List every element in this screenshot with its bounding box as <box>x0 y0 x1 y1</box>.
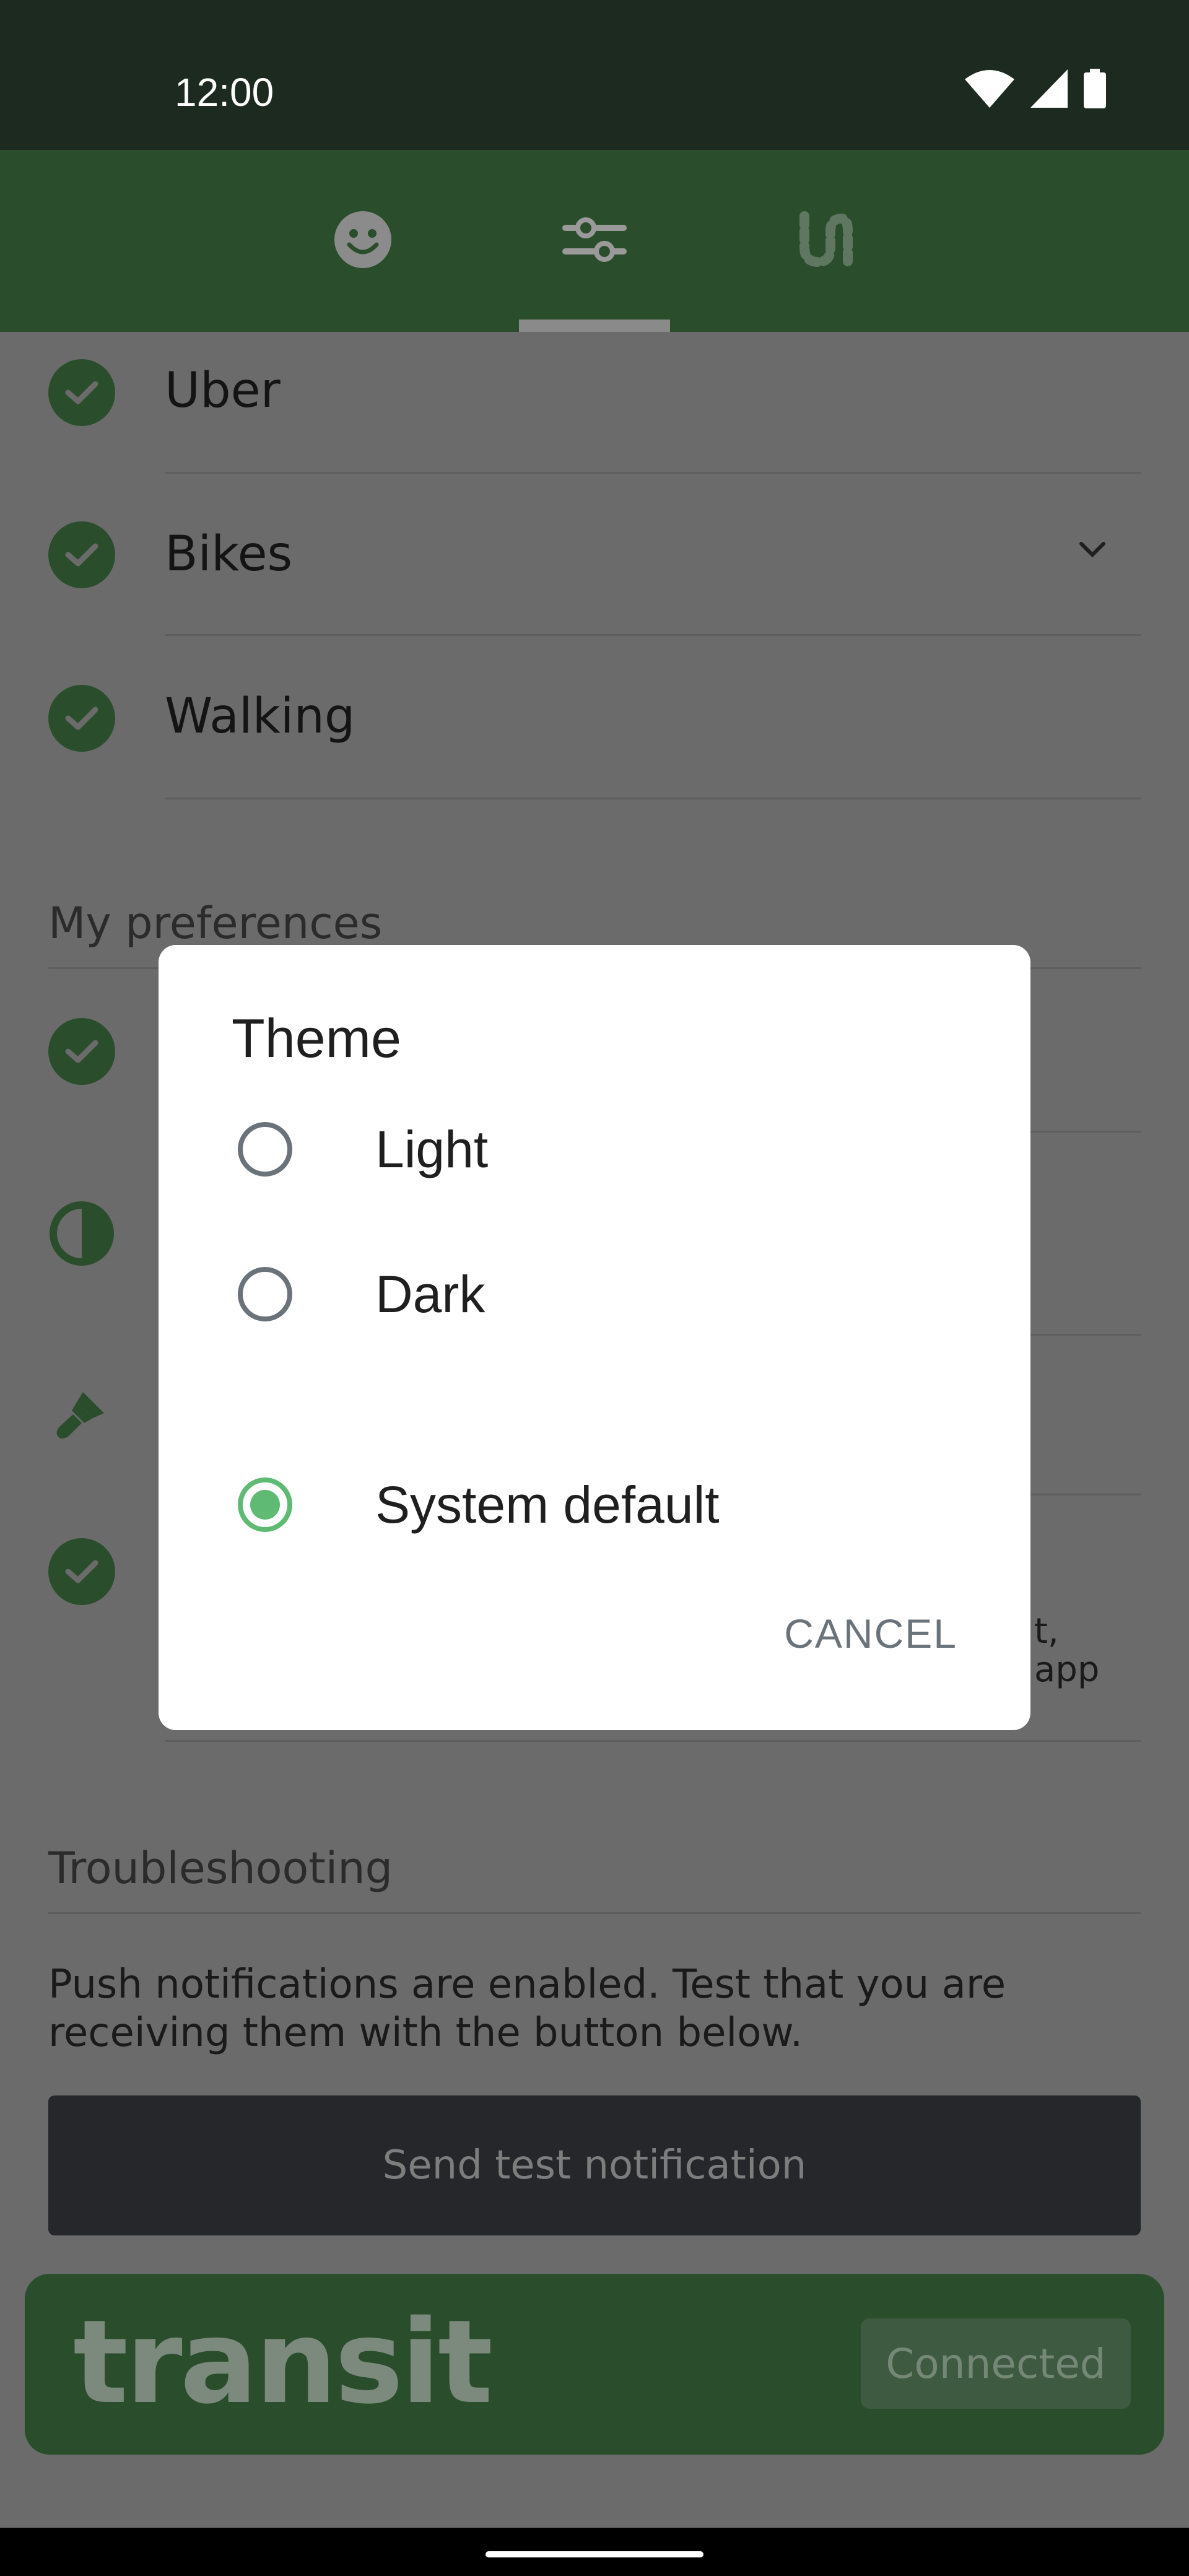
route-icon <box>797 210 853 272</box>
divider <box>165 798 1141 799</box>
sliders-icon <box>562 215 627 267</box>
home-gesture-handle[interactable] <box>486 2551 703 2557</box>
top-tab-bar <box>0 150 1189 332</box>
check-circle-icon <box>48 359 115 426</box>
dialog-title: Theme <box>232 1007 401 1069</box>
option-label-system-default: System default <box>375 1475 720 1534</box>
theme-option-light[interactable]: Light <box>232 1087 975 1211</box>
section-title-troubleshooting: Troubleshooting <box>48 1843 393 1894</box>
row-label-uber: Uber <box>165 363 281 419</box>
send-test-notification-button[interactable]: Send test notification <box>48 2095 1141 2235</box>
check-circle-icon <box>48 1538 115 1605</box>
tab-routes[interactable] <box>751 150 899 332</box>
preference-row[interactable] <box>48 1018 115 1085</box>
troubleshooting-text: Push notifications are enabled. Test tha… <box>48 1962 1006 2056</box>
selected-tab-indicator <box>519 320 670 332</box>
option-label-light: Light <box>375 1120 489 1178</box>
row-bikes[interactable] <box>48 521 115 588</box>
radio-unselected-icon[interactable] <box>238 1267 292 1321</box>
divider <box>165 634 1141 636</box>
row-label-bikes: Bikes <box>165 526 293 582</box>
smiley-icon <box>333 210 393 272</box>
theme-option-system-default[interactable]: System default <box>232 1443 975 1567</box>
transit-connection-card: transit Connected <box>25 2274 1164 2455</box>
preference-description-partial: t, app <box>1034 1611 1100 1690</box>
radio-selected-icon[interactable] <box>238 1477 292 1532</box>
check-circle-icon <box>48 1018 115 1085</box>
row-walking[interactable] <box>48 685 115 752</box>
status-bar: 12:00 <box>0 0 1189 150</box>
divider <box>48 1912 1141 1914</box>
connected-badge[interactable]: Connected <box>861 2318 1131 2409</box>
preference-row[interactable] <box>48 1538 115 1605</box>
theme-option-dark[interactable]: Dark <box>232 1232 975 1356</box>
section-title-preferences: My preferences <box>48 898 383 949</box>
tab-profile[interactable] <box>289 150 437 332</box>
battery-icon <box>1084 69 1106 111</box>
status-clock: 12:00 <box>175 70 274 115</box>
status-icons <box>965 68 1106 111</box>
wifi-icon <box>965 69 1014 110</box>
chevron-down-icon[interactable] <box>1078 540 1107 561</box>
divider <box>165 1740 1141 1742</box>
option-label-dark: Dark <box>375 1264 486 1323</box>
check-circle-icon <box>48 521 115 588</box>
theme-dialog: Theme System default Light Dark CANCEL <box>159 945 1030 1730</box>
row-label-walking: Walking <box>165 689 355 744</box>
row-uber[interactable] <box>48 359 115 426</box>
radio-unselected-icon[interactable] <box>238 1122 292 1177</box>
check-circle-icon <box>48 685 115 752</box>
transit-logo: transit <box>73 2295 493 2429</box>
tab-settings[interactable] <box>520 150 669 332</box>
contrast-icon[interactable] <box>48 1200 115 1269</box>
cancel-button[interactable]: CANCEL <box>784 1610 957 1657</box>
cellular-signal-icon <box>1030 69 1068 110</box>
divider <box>165 472 1141 474</box>
paint-brush-icon[interactable] <box>52 1383 111 1445</box>
